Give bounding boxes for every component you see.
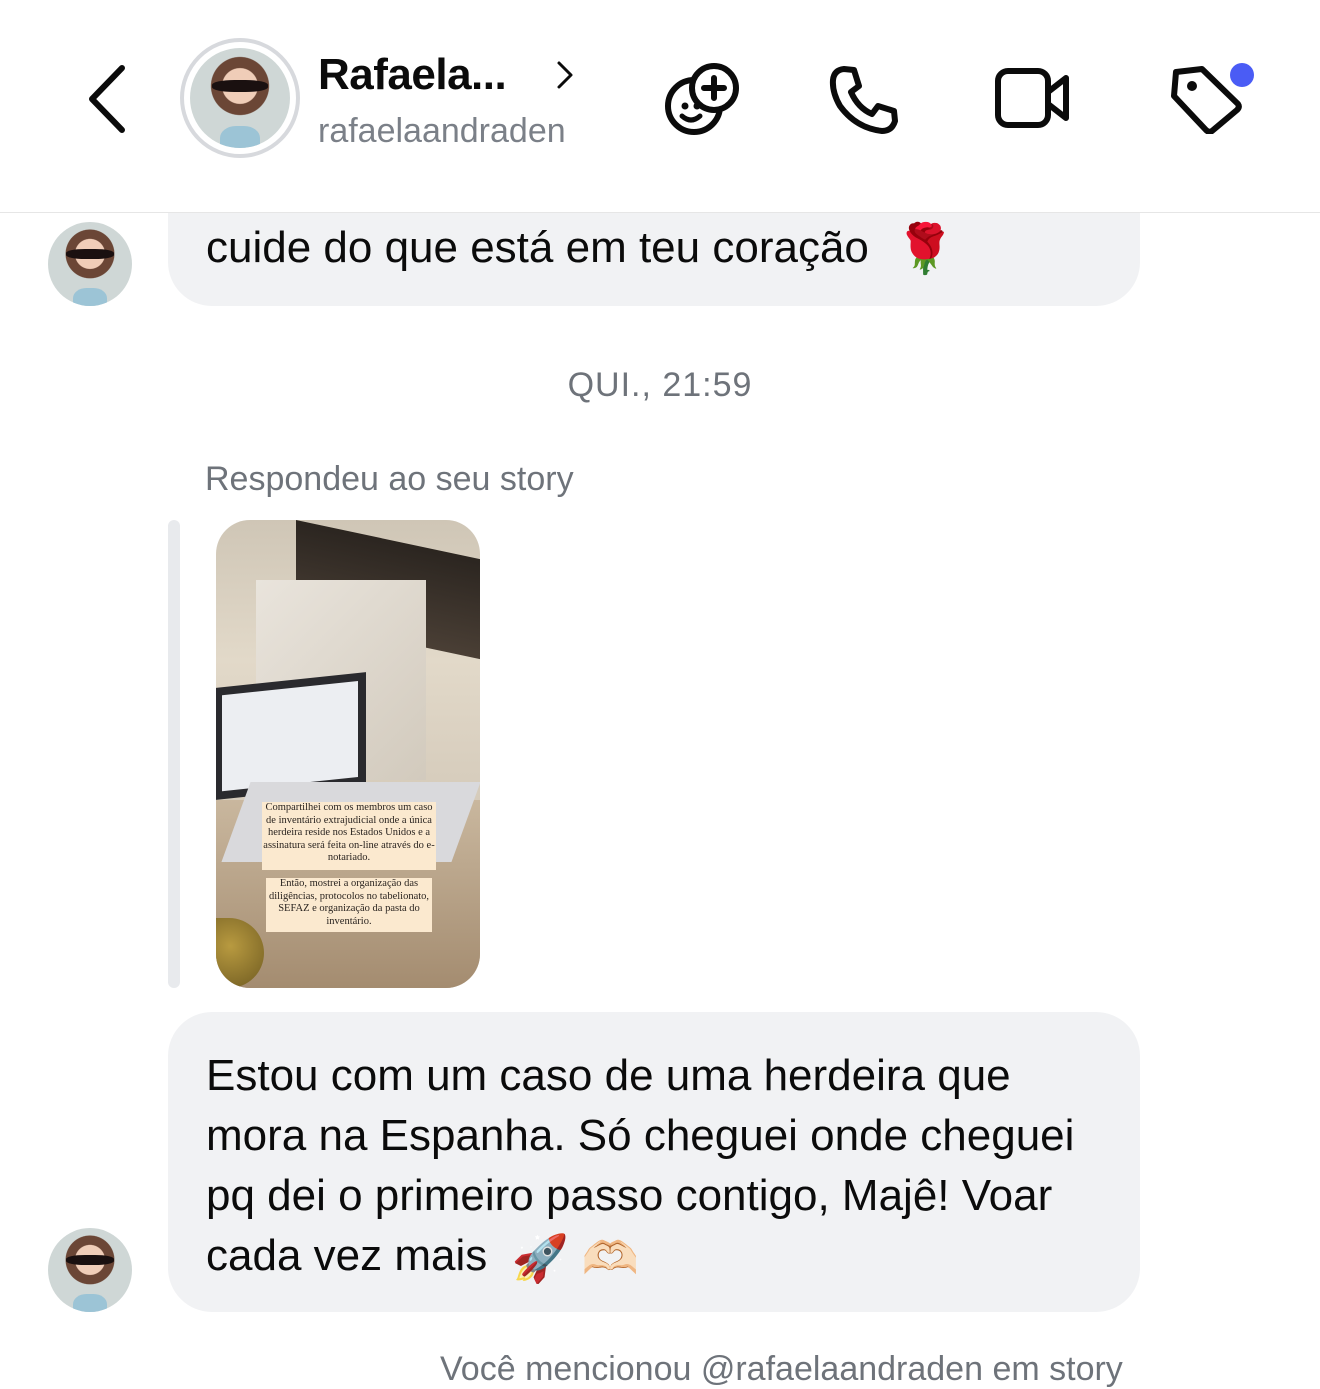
- contact-name[interactable]: Rafaela...: [318, 50, 507, 100]
- back-arrow-icon[interactable]: [78, 62, 138, 136]
- chat-header: Rafaela... rafaelaandraden: [0, 0, 1320, 213]
- timestamp: QUI., 21:59: [567, 366, 753, 404]
- mention-notice: Você mencionou @rafaelaandraden em story: [440, 1350, 1123, 1388]
- add-to-group-icon[interactable]: [664, 60, 742, 138]
- rocket-heart-hands-emojis: 🚀 🫶🏻: [511, 1232, 639, 1285]
- avatar-photo: [190, 48, 290, 148]
- story-reply-label: Respondeu ao seu story: [205, 460, 574, 498]
- message-text: cuide do que está em teu coração: [206, 223, 869, 272]
- story-caption-1: Compartilhei com os membros um caso de i…: [262, 802, 436, 870]
- story-caption-2: Então, mostrei a organização das diligên…: [266, 878, 432, 932]
- notification-badge: [1230, 63, 1254, 87]
- story-image-laptop-display: [222, 680, 358, 792]
- phone-icon[interactable]: [828, 64, 900, 136]
- message-bubble[interactable]: Estou com um caso de uma herdeira que mo…: [168, 1012, 1140, 1312]
- contact-username[interactable]: rafaelaandraden: [318, 112, 566, 151]
- rose-emoji: 🌹: [895, 223, 955, 277]
- story-thumbnail[interactable]: Compartilhei com os membros um caso de i…: [216, 520, 480, 988]
- reply-indicator-bar: [168, 520, 180, 988]
- header-avatar[interactable]: [180, 38, 300, 158]
- chevron-right-icon[interactable]: [554, 60, 576, 90]
- video-camera-icon[interactable]: [994, 66, 1072, 130]
- sender-avatar[interactable]: [48, 222, 132, 306]
- sender-avatar[interactable]: [48, 1228, 132, 1312]
- message-text: Estou com um caso de uma herdeira que mo…: [206, 1051, 1075, 1280]
- story-image-laptop-screen: [216, 672, 366, 800]
